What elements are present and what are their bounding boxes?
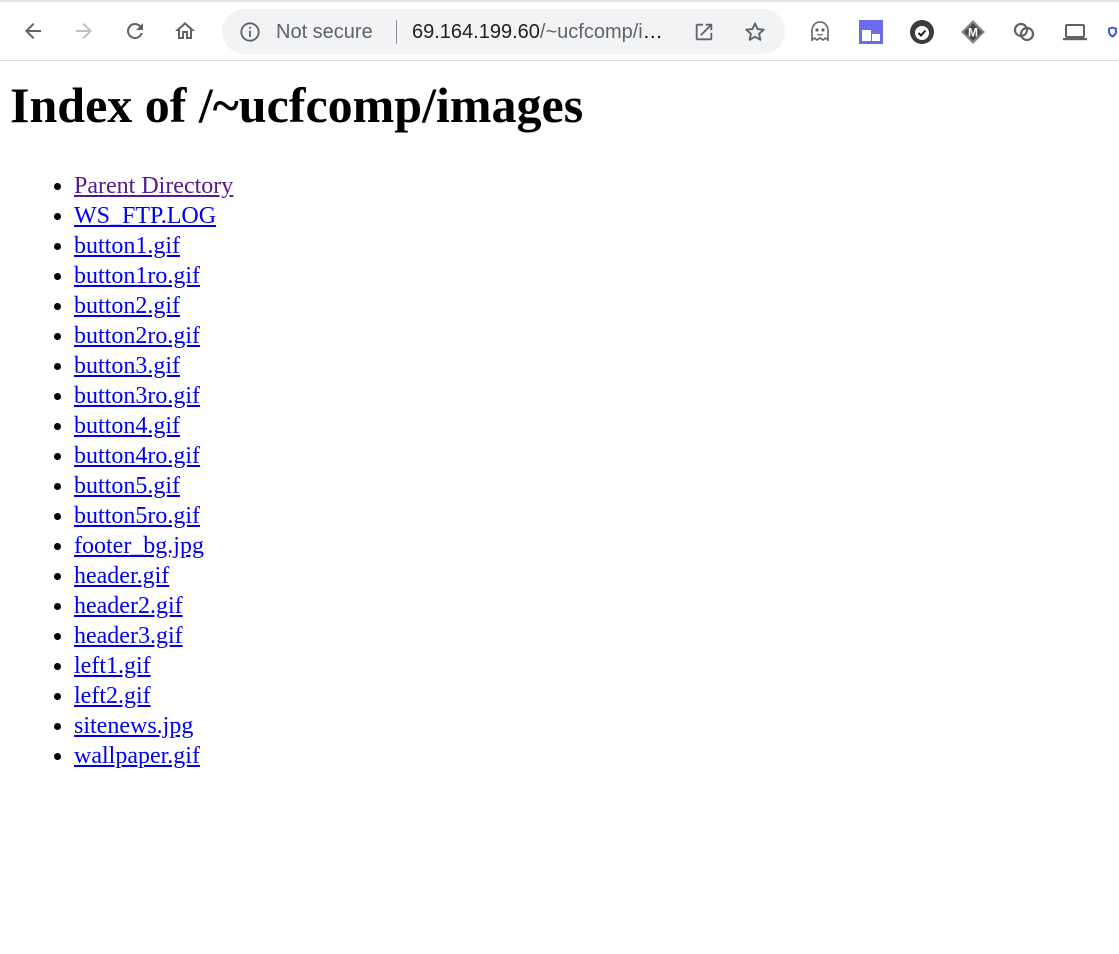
list-item: sitenews.jpg (74, 711, 1110, 741)
url-text[interactable]: 69.164.199.60/~ucfcomp/images (412, 21, 672, 43)
file-link[interactable]: button4.gif (74, 413, 180, 439)
file-link[interactable]: left1.gif (74, 653, 151, 679)
file-link[interactable]: button2.gif (74, 293, 180, 319)
file-link[interactable]: button1ro.gif (74, 263, 200, 289)
list-item: button2.gif (74, 291, 1110, 321)
browser-toolbar: Not secure 69.164.199.60/~ucfcomp/images (0, 0, 1119, 61)
open-external-icon[interactable] (692, 20, 716, 44)
shield-extension-icon[interactable] (1106, 18, 1119, 46)
list-item: footer_bg.jpg (74, 531, 1110, 561)
file-link[interactable]: button5.gif (74, 473, 180, 499)
star-icon[interactable] (742, 19, 768, 45)
security-status-label[interactable]: Not secure (276, 21, 373, 43)
url-host: 69.164.199.60 (412, 21, 540, 43)
list-item: left2.gif (74, 681, 1110, 711)
forward-button[interactable] (67, 14, 101, 48)
file-listing: Parent Directory WS_FTP.LOG button1.gif but… (10, 171, 1110, 771)
file-link[interactable]: button3.gif (74, 353, 180, 379)
page-content: Index of /~ucfcomp/images Parent Directo… (10, 62, 1110, 771)
rings-extension-icon[interactable] (1010, 18, 1038, 46)
ghost-extension-icon[interactable] (806, 18, 834, 46)
list-item: button5.gif (74, 471, 1110, 501)
file-link[interactable]: button2ro.gif (74, 323, 200, 349)
file-link[interactable]: wallpaper.gif (74, 743, 200, 769)
file-link[interactable]: button4ro.gif (74, 443, 200, 469)
file-link[interactable]: button1.gif (74, 233, 180, 259)
file-link[interactable]: WS_FTP.LOG (74, 203, 216, 229)
list-item: button3.gif (74, 351, 1110, 381)
check-badge-extension-icon[interactable] (908, 18, 936, 46)
file-link[interactable]: button3ro.gif (74, 383, 200, 409)
list-item: button2ro.gif (74, 321, 1110, 351)
list-item: header2.gif (74, 591, 1110, 621)
back-arrow-icon (25, 23, 41, 39)
parent-directory-link[interactable]: Parent Directory (74, 173, 233, 199)
list-item: button1.gif (74, 231, 1110, 261)
file-link[interactable]: header3.gif (74, 623, 183, 649)
m-diamond-extension-icon[interactable]: M (959, 18, 987, 46)
window-extension-icon[interactable] (857, 18, 885, 46)
list-item: Parent Directory (74, 171, 1110, 201)
reload-button[interactable] (118, 14, 152, 48)
home-button[interactable] (168, 14, 202, 48)
list-item: button5ro.gif (74, 501, 1110, 531)
file-link[interactable]: footer_bg.jpg (74, 533, 204, 559)
list-item: header.gif (74, 561, 1110, 591)
file-link[interactable]: sitenews.jpg (74, 713, 193, 739)
svg-text:M: M (968, 26, 978, 40)
list-item: button4ro.gif (74, 441, 1110, 471)
laptop-extension-icon[interactable] (1061, 18, 1089, 46)
address-separator (396, 20, 397, 44)
page-title: Index of /~ucfcomp/images (10, 77, 584, 133)
list-item: button1ro.gif (74, 261, 1110, 291)
list-item: header3.gif (74, 621, 1110, 651)
file-link[interactable]: header.gif (74, 563, 169, 589)
forward-arrow-icon (76, 23, 92, 39)
file-link[interactable]: header2.gif (74, 593, 183, 619)
list-item: button3ro.gif (74, 381, 1110, 411)
file-link[interactable]: button5ro.gif (74, 503, 200, 529)
list-item: left1.gif (74, 651, 1110, 681)
list-item: wallpaper.gif (74, 741, 1110, 771)
list-item: button4.gif (74, 411, 1110, 441)
url-path: /~ucfcomp/images (539, 21, 672, 43)
list-item: WS_FTP.LOG (74, 201, 1110, 231)
info-icon[interactable] (238, 20, 262, 44)
reload-icon (126, 22, 143, 39)
address-bar[interactable]: Not secure 69.164.199.60/~ucfcomp/images (222, 9, 785, 54)
back-button[interactable] (16, 14, 50, 48)
home-icon (175, 22, 195, 39)
file-link[interactable]: left2.gif (74, 683, 151, 709)
